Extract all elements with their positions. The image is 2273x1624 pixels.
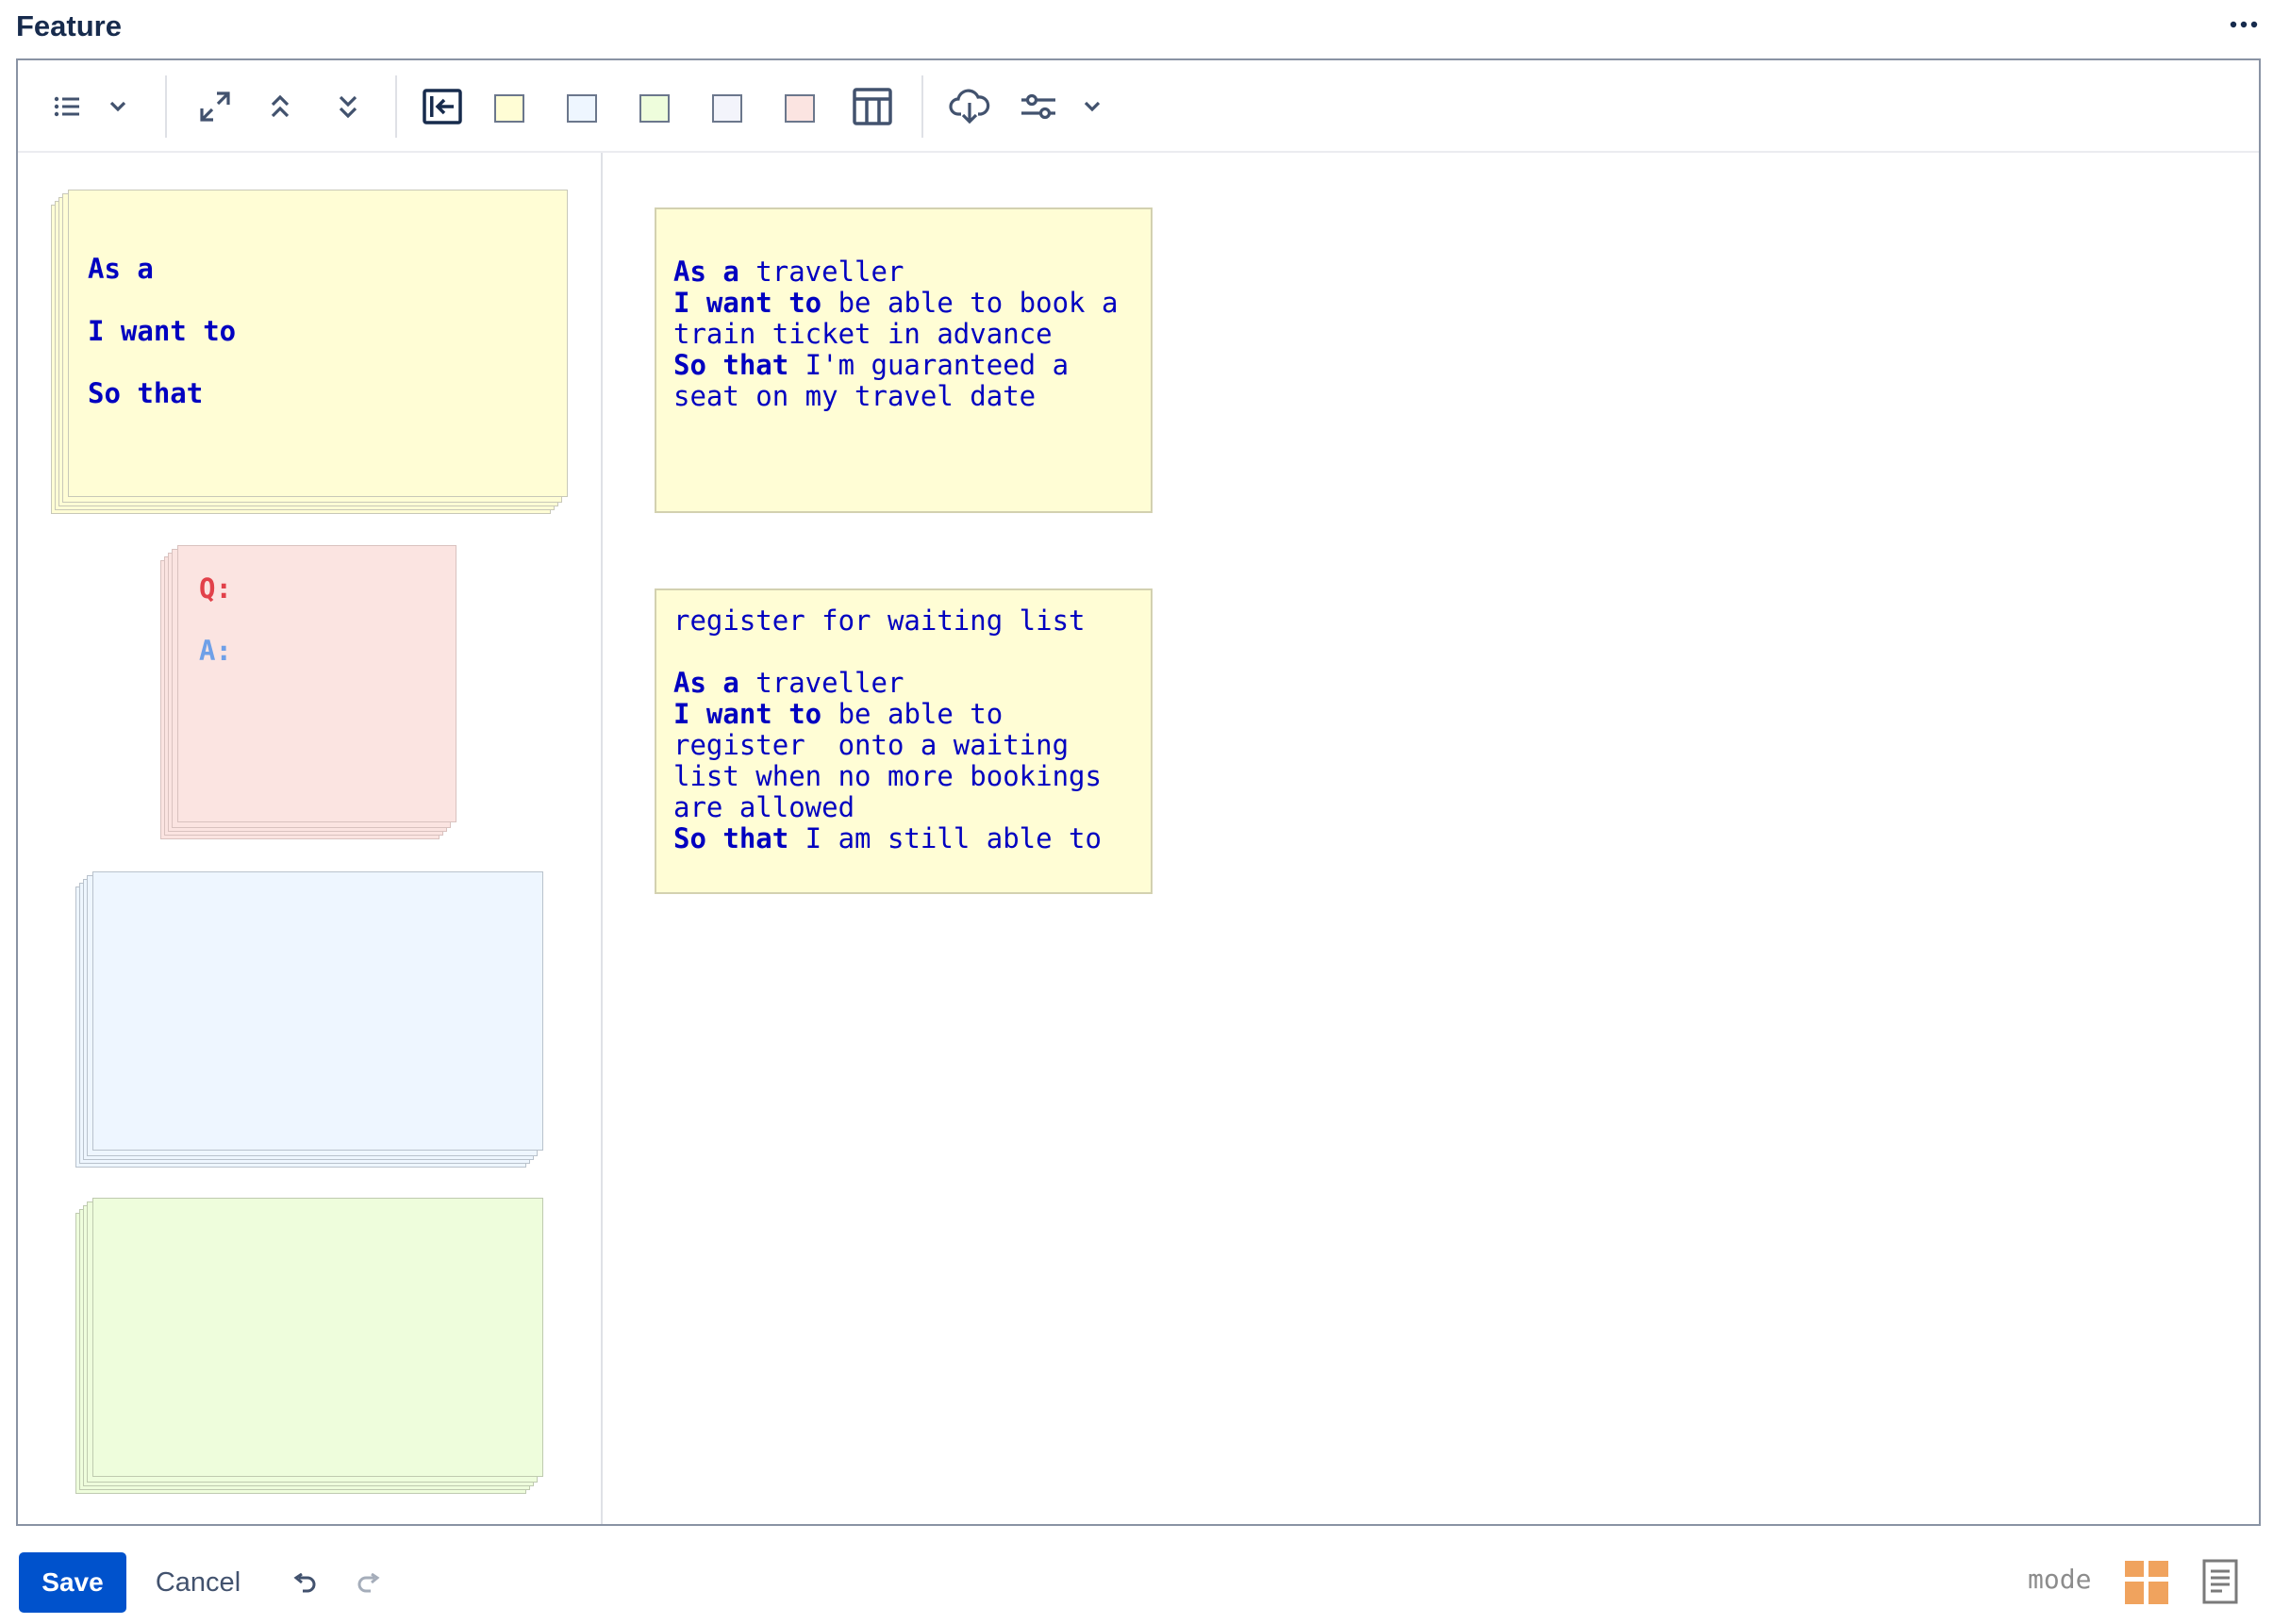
undo-button[interactable]	[283, 1562, 326, 1605]
collapse-down-button[interactable]	[327, 83, 369, 130]
qa-template-card[interactable]: Q: A:	[160, 545, 456, 841]
sticky-text: be able to book a	[821, 287, 1119, 319]
sticky-text: train ticket in advance	[673, 318, 1053, 350]
panel-divider	[601, 153, 603, 1524]
cloud-download-icon	[949, 89, 990, 124]
sticky-text: list when no more bookings	[673, 760, 1102, 792]
story-so-that-label: So that	[88, 377, 204, 409]
sticky-text: be able to	[821, 698, 1004, 730]
save-button[interactable]: Save	[19, 1552, 126, 1613]
exit-left-icon	[423, 89, 462, 124]
sticky-text: seat on my travel date	[673, 380, 1037, 412]
swatch-green[interactable]	[639, 94, 670, 123]
page-title: Feature	[16, 9, 122, 42]
sticky-text: I want to	[673, 698, 822, 730]
grid-mode-icon	[2125, 1561, 2168, 1604]
board-mode-button[interactable]	[2124, 1560, 2169, 1605]
chevron-down-icon	[109, 101, 126, 112]
sticky-text: I am still able to	[788, 822, 1102, 854]
expand-icon	[200, 91, 230, 122]
sticky-text: traveller	[738, 667, 904, 699]
toolbar-separator	[921, 75, 923, 138]
expand-button[interactable]	[191, 83, 239, 130]
table-icon	[853, 88, 892, 125]
blue-template-card[interactable]	[75, 871, 543, 1169]
cloud-download-button[interactable]	[944, 83, 995, 130]
collapse-up-icon	[271, 94, 290, 118]
sticky-text: traveller	[738, 256, 904, 288]
sticky-title: register for waiting list	[673, 605, 1086, 637]
swatch-blue[interactable]	[567, 94, 597, 123]
undo-icon	[293, 1573, 316, 1593]
mode-label: mode	[2028, 1564, 2092, 1595]
qa-question-label: Q:	[199, 572, 232, 605]
settings-button[interactable]	[1014, 83, 1063, 130]
sticky-note-book-ticket[interactable]: As a traveller I want to be able to book…	[655, 207, 1153, 513]
list-icon	[54, 96, 79, 117]
settings-dropdown-button[interactable]	[1076, 83, 1108, 130]
list-dropdown-button[interactable]	[99, 83, 137, 130]
story-as-a-label: As a	[88, 253, 154, 285]
swatch-pink[interactable]	[785, 94, 815, 123]
collapse-down-icon	[339, 95, 357, 119]
toolbar	[18, 60, 2259, 153]
swatch-lavender[interactable]	[712, 94, 742, 123]
sticky-text: So that	[673, 822, 789, 854]
story-template-card[interactable]: As a I want to So that	[51, 190, 568, 516]
swatch-yellow[interactable]	[494, 94, 524, 123]
sticky-text: As a	[673, 667, 739, 699]
story-i-want-to-label: I want to	[88, 315, 237, 347]
redo-button[interactable]	[347, 1562, 390, 1605]
exit-left-button[interactable]	[418, 83, 467, 130]
sliders-icon	[1021, 93, 1055, 120]
more-options-button[interactable]	[2222, 6, 2265, 43]
toolbar-separator	[165, 75, 167, 138]
sticky-text: are allowed	[673, 791, 855, 823]
table-button[interactable]	[848, 83, 897, 130]
redo-icon	[357, 1573, 380, 1593]
sticky-text: As a	[673, 256, 739, 288]
sticky-text: register onto a waiting	[673, 729, 1070, 761]
qa-answer-label: A:	[199, 635, 232, 667]
sticky-text: So that	[673, 349, 789, 381]
document-icon	[2202, 1559, 2238, 1604]
cancel-button[interactable]: Cancel	[140, 1552, 257, 1613]
more-horizontal-icon	[2230, 21, 2258, 28]
toolbar-separator	[395, 75, 397, 138]
sticky-note-waiting-list[interactable]: register for waiting list As a traveller…	[655, 588, 1153, 894]
collapse-up-button[interactable]	[259, 83, 301, 130]
sticky-text: I'm guaranteed a	[788, 349, 1070, 381]
list-button[interactable]	[46, 83, 88, 130]
green-template-card[interactable]	[75, 1198, 543, 1496]
document-mode-button[interactable]	[2201, 1558, 2241, 1605]
chevron-down-icon	[1084, 101, 1101, 112]
sticky-text: I want to	[673, 287, 822, 319]
